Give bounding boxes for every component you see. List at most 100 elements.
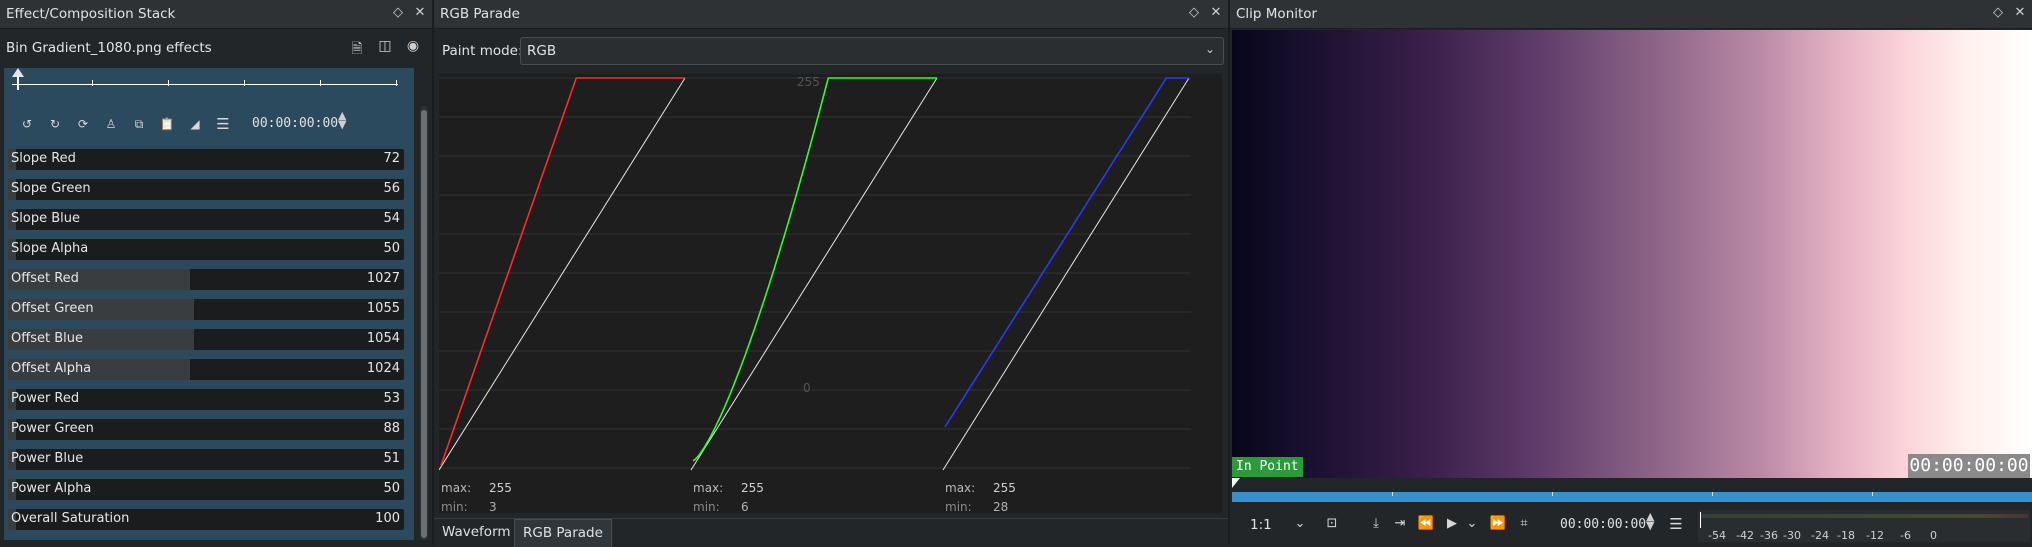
float-icon[interactable]: ◇ [1990, 5, 2006, 21]
panel-title: RGB Parade [440, 6, 520, 22]
param-slider[interactable]: Slope Blue 54 [8, 209, 404, 230]
param-label: Offset Alpha [11, 361, 92, 376]
audio-meter-label: -18 [1837, 529, 1855, 542]
timecode-spin-icon[interactable]: ▲ ▼ [338, 110, 346, 130]
keyframe-timeline[interactable] [12, 84, 398, 85]
chevron-down-icon[interactable]: ⌄ [1290, 513, 1310, 535]
audio-meter-label: -42 [1736, 529, 1754, 542]
param-slider[interactable]: Offset Red 1027 [8, 269, 404, 290]
copy-icon[interactable]: ⧉ [130, 115, 148, 133]
reference-line [942, 77, 1190, 471]
param-label: Offset Blue [11, 331, 83, 346]
param-value[interactable]: 1024 [367, 361, 400, 376]
paint-mode-select[interactable]: RGB ⌄ [520, 37, 1224, 65]
param-slider[interactable]: Offset Green 1055 [8, 299, 404, 320]
undo-keyframe-icon[interactable]: ↺ [18, 115, 36, 133]
param-label: Power Blue [11, 451, 84, 466]
monitor-playhead[interactable] [1232, 478, 1240, 488]
audio-meter-label: -36 [1760, 529, 1778, 542]
audio-meter-marker [1700, 512, 1701, 528]
audio-meter-label: 0 [1930, 529, 1937, 542]
close-icon[interactable]: ✕ [2012, 5, 2028, 21]
play-icon[interactable]: ▶ [1442, 513, 1462, 535]
param-value[interactable]: 50 [383, 481, 400, 496]
param-value[interactable]: 54 [383, 211, 400, 226]
monitor-timecode[interactable]: 00:00:00:00 [1560, 517, 1646, 532]
param-slider[interactable]: Overall Saturation 100 [8, 509, 404, 530]
param-value[interactable]: 56 [383, 181, 400, 196]
param-slider[interactable]: Power Red 53 [8, 389, 404, 410]
clip-monitor-panel: Clip Monitor ◇ ✕ In Point 00:00:00:00 1:… [1230, 0, 2032, 545]
timecode-spin-icon[interactable]: ▲ ▼ [1646, 511, 1654, 531]
tab-waveform[interactable]: Waveform [434, 519, 519, 546]
tab-rgb-parade[interactable]: RGB Parade [514, 519, 612, 547]
param-label: Slope Alpha [11, 241, 89, 256]
audio-meter-label: -12 [1866, 529, 1884, 542]
param-slider[interactable]: Slope Alpha 50 [8, 239, 404, 260]
param-value[interactable]: 100 [375, 511, 400, 526]
save-stack-icon[interactable]: 🗎 [348, 38, 366, 57]
param-label: Overall Saturation [11, 511, 130, 526]
timeline-tick [168, 80, 169, 86]
param-slider[interactable]: Slope Red 72 [8, 149, 404, 170]
float-icon[interactable]: ◇ [390, 5, 406, 21]
timeline-tick [244, 80, 245, 86]
set-in-icon[interactable]: ⤓ [1366, 513, 1386, 535]
person-icon[interactable]: ♙ [102, 115, 120, 133]
float-icon[interactable]: ◇ [1186, 5, 1202, 21]
chevron-down-icon[interactable]: ⌄ [1462, 513, 1482, 535]
video-frame[interactable] [1232, 30, 2032, 478]
close-icon[interactable]: ✕ [412, 5, 428, 21]
param-value[interactable]: 1055 [367, 301, 400, 316]
fast-forward-icon[interactable]: ⏩ [1488, 513, 1508, 535]
max-value: 255 [993, 481, 1016, 495]
param-value[interactable]: 88 [383, 421, 400, 436]
panel-title: Clip Monitor [1236, 6, 1318, 22]
param-value[interactable]: 1054 [367, 331, 400, 346]
in-point-label: In Point [1232, 457, 1303, 477]
fit-frame-icon[interactable]: ⊡ [1322, 513, 1342, 535]
max-value: 255 [741, 481, 764, 495]
keyframe-timecode[interactable]: 00:00:00:00 [252, 116, 338, 131]
param-value[interactable]: 51 [383, 451, 400, 466]
param-label: Offset Green [11, 301, 94, 316]
param-slider[interactable]: Power Green 88 [8, 419, 404, 440]
min-value: 6 [741, 500, 749, 513]
param-value[interactable]: 72 [383, 151, 400, 166]
reference-line [690, 77, 938, 471]
min-label: min: [693, 500, 720, 513]
monitor-zone-bar[interactable] [1232, 492, 2032, 502]
max-value: 255 [489, 481, 512, 495]
audio-meter-label: -30 [1783, 529, 1801, 542]
paste-icon[interactable]: 📋 [158, 115, 176, 133]
menu-icon[interactable]: ☰ [214, 115, 232, 133]
param-slider[interactable]: Power Alpha 50 [8, 479, 404, 500]
param-value[interactable]: 50 [383, 241, 400, 256]
param-slider[interactable]: Slope Green 56 [8, 179, 404, 200]
curve-icon[interactable]: ◢ [186, 115, 204, 133]
split-compare-icon[interactable]: ◫ [376, 38, 394, 56]
crop-icon[interactable]: ⌗ [1514, 513, 1534, 535]
ruler-tick [1552, 492, 1553, 496]
param-value[interactable]: 1027 [367, 271, 400, 286]
redo-icon[interactable]: ↻ [46, 115, 64, 133]
scrollbar-thumb[interactable] [421, 110, 427, 538]
rewind-icon[interactable]: ⏪ [1416, 513, 1436, 535]
menu-icon[interactable]: ☰ [1666, 513, 1686, 535]
param-label: Power Alpha [11, 481, 92, 496]
set-out-icon[interactable]: ⇥ [1390, 513, 1410, 535]
sync-icon[interactable]: ⟳ [74, 115, 92, 133]
param-slider[interactable]: Offset Alpha 1024 [8, 359, 404, 380]
param-value[interactable]: 53 [383, 391, 400, 406]
max-label: max: [441, 481, 471, 495]
ruler-tick [1712, 492, 1713, 496]
param-slider[interactable]: Power Blue 51 [8, 449, 404, 470]
close-icon[interactable]: ✕ [1208, 5, 1224, 21]
audio-meter-label: -24 [1811, 529, 1829, 542]
zoom-select[interactable]: 1:1 [1250, 517, 1272, 533]
param-slider[interactable]: Offset Blue 1054 [8, 329, 404, 350]
playhead-line [17, 76, 19, 90]
eye-icon[interactable]: ◉ [404, 38, 422, 56]
app-window: Effect/Composition Stack ◇ ✕ Bin Gradien… [0, 0, 2032, 547]
audio-meter-strip [1700, 514, 2028, 518]
